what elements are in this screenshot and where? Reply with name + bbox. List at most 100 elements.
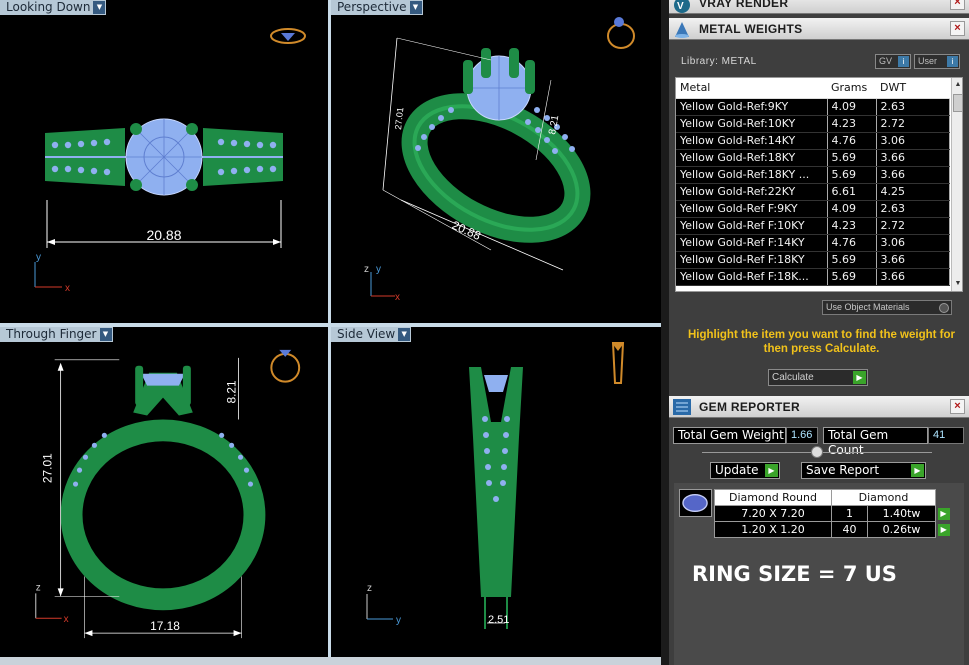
total-gem-weight-label: Total Gem Weight <box>673 427 786 444</box>
scroll-thumb[interactable] <box>953 94 962 112</box>
calculate-hint: Highlight the item you want to find the … <box>687 329 956 355</box>
perspective-canvas[interactable]: 20.88 27.01 8.21 z yx <box>331 0 661 323</box>
viewport-perspective[interactable]: 20.88 27.01 8.21 zyx Perspective ▼ <box>331 0 661 323</box>
svg-text:x: x <box>64 614 69 625</box>
metal-weights-title: METAL WEIGHTS <box>699 22 803 36</box>
gem-header-shape: Diamond Round <box>714 489 832 506</box>
table-row[interactable]: Yellow Gold-Ref F:18KY 5.69 3.66 <box>676 251 950 269</box>
table-row[interactable]: Yellow Gold-Ref F:10KY 4.23 2.72 <box>676 217 950 235</box>
update-button[interactable]: Update ▶ <box>710 462 780 479</box>
front-dim-top: 8.21 <box>225 380 239 404</box>
table-row[interactable]: 7.20 X 7.20 1 1.40tw ▶ <box>714 505 952 522</box>
metal-name-cell: Yellow Gold-Ref:18KY <box>676 149 828 167</box>
close-icon[interactable]: × <box>950 21 965 36</box>
column-header-dwt[interactable]: DWT <box>876 78 949 99</box>
close-icon[interactable]: × <box>950 0 965 10</box>
viewport-looking-down[interactable]: 20.88 y x Looking Down ▼ <box>0 0 328 323</box>
metal-weights-table[interactable]: Metal Grams DWT Yellow Gold-Ref:9KY 4.09 2… <box>675 77 963 292</box>
viewport-label[interactable]: Side View ▼ <box>331 327 412 342</box>
grams-cell: 5.69 <box>827 149 877 167</box>
table-scrollbar[interactable]: ▲ ▼ <box>951 78 962 291</box>
viewport-menu-dropdown[interactable]: ▼ <box>99 328 112 341</box>
vray-render-title: VRAY RENDER <box>699 0 789 10</box>
metal-name-cell: Yellow Gold-Ref F:9KY <box>676 200 828 218</box>
dwt-cell: 3.06 <box>876 132 950 150</box>
scroll-down-icon[interactable]: ▼ <box>952 277 962 291</box>
grams-cell: 4.23 <box>827 217 877 235</box>
save-report-button[interactable]: Save Report ▶ <box>801 462 926 479</box>
svg-text:y: y <box>376 264 381 275</box>
metal-name-cell: Yellow Gold-Ref:18KY ... <box>676 166 828 184</box>
table-row[interactable]: Yellow Gold-Ref F:14KY 4.76 3.06 <box>676 234 950 252</box>
table-row[interactable]: 1.20 X 1.20 40 0.26tw ▶ <box>714 521 952 538</box>
viewport-splitter-vertical[interactable] <box>328 0 331 657</box>
viewport-label[interactable]: Looking Down ▼ <box>0 0 107 15</box>
gem-weight: 1.40tw <box>867 505 936 522</box>
svg-text:x: x <box>65 283 70 294</box>
viewport-label[interactable]: Through Finger ▼ <box>0 327 113 342</box>
calculate-button[interactable]: Calculate ▶ <box>768 369 868 386</box>
gem-count: 1 <box>831 505 868 522</box>
dwt-cell: 2.72 <box>876 217 950 235</box>
right-tool-panel: V VRAY RENDER × METAL WEIGHTS × Library:… <box>669 0 969 665</box>
table-row[interactable]: Yellow Gold-Ref F:18K... 5.69 3.66 <box>676 268 950 286</box>
dwt-cell: 3.66 <box>876 149 950 167</box>
viewport-splitter-horizontal[interactable] <box>0 323 661 327</box>
gem-report-table[interactable]: Diamond Round Diamond 7.20 X 7.20 1 1.40… <box>714 489 952 538</box>
front-dim-height: 27.01 <box>41 453 55 483</box>
viewport-label[interactable]: Perspective ▼ <box>331 0 423 15</box>
total-gem-count-label: Total Gem Count <box>823 427 928 457</box>
table-row[interactable]: Yellow Gold-Ref:22KY 6.61 4.25 <box>676 183 950 201</box>
gem-reporter-header[interactable]: GEM REPORTER × <box>669 396 969 418</box>
radio-icon <box>939 303 949 313</box>
close-icon[interactable]: × <box>950 399 965 414</box>
table-row[interactable]: Yellow Gold-Ref:10KY 4.23 2.72 <box>676 115 950 133</box>
dwt-cell: 3.66 <box>876 251 950 269</box>
grams-cell: 4.09 <box>827 98 877 116</box>
vray-render-header[interactable]: V VRAY RENDER × <box>669 0 969 14</box>
play-icon: ▶ <box>765 464 778 477</box>
gem-slider-handle[interactable] <box>811 446 823 458</box>
panel-gap <box>661 0 669 665</box>
viewport-menu-dropdown[interactable]: ▼ <box>398 328 411 341</box>
use-object-materials-label: Use Object Materials <box>826 302 910 312</box>
table-row[interactable]: Yellow Gold-Ref F:9KY 4.09 2.63 <box>676 200 950 218</box>
side-view-canvas[interactable]: 2.51 z y <box>331 327 661 657</box>
front-view-canvas[interactable]: 27.01 8.21 17.18 z x <box>0 327 328 657</box>
round-diamond-icon <box>682 493 708 513</box>
use-object-materials-toggle[interactable]: Use Object Materials <box>822 300 952 315</box>
orientation-icon <box>607 23 635 49</box>
table-row[interactable]: Yellow Gold-Ref:18KY ... 5.69 3.66 <box>676 166 950 184</box>
user-button[interactable]: User i <box>914 54 960 69</box>
gem-report-area: Diamond Round Diamond 7.20 X 7.20 1 1.40… <box>674 483 964 665</box>
grams-cell: 4.09 <box>827 200 877 218</box>
column-header-grams[interactable]: Grams <box>827 78 876 99</box>
metal-weights-header[interactable]: METAL WEIGHTS × <box>669 18 969 40</box>
gem-header-row: Diamond Round Diamond <box>714 489 952 506</box>
viewport-title: Looking Down <box>6 0 91 14</box>
grams-cell: 5.69 <box>827 268 877 286</box>
play-icon[interactable]: ▶ <box>937 524 950 536</box>
grams-cell: 5.69 <box>827 166 877 184</box>
table-header-row: Metal Grams DWT <box>676 78 949 99</box>
info-icon: i <box>947 56 958 67</box>
play-icon: ▶ <box>911 464 924 477</box>
table-row[interactable]: Yellow Gold-Ref:9KY 4.09 2.63 <box>676 98 950 116</box>
viewport-through-finger[interactable]: 27.01 8.21 17.18 z x Through Finger ▼ <box>0 327 328 657</box>
gv-button[interactable]: GV i <box>875 54 911 69</box>
table-row[interactable]: Yellow Gold-Ref:14KY 4.76 3.06 <box>676 132 950 150</box>
column-header-metal[interactable]: Metal <box>676 78 827 99</box>
orientation-icon <box>270 352 301 383</box>
viewport-menu-dropdown[interactable]: ▼ <box>93 1 106 14</box>
scroll-up-icon[interactable]: ▲ <box>952 78 962 92</box>
play-icon[interactable]: ▶ <box>937 508 950 520</box>
viewport-side-view[interactable]: 2.51 z y Side View ▼ <box>331 327 661 657</box>
gem-weight: 0.26tw <box>867 521 936 538</box>
viewport-menu-dropdown[interactable]: ▼ <box>409 1 422 14</box>
gem-size: 1.20 X 1.20 <box>714 521 832 538</box>
gv-label: GV <box>879 56 893 66</box>
metal-name-cell: Yellow Gold-Ref:10KY <box>676 115 828 133</box>
gem-thumbnail[interactable] <box>679 489 712 517</box>
top-view-canvas[interactable]: 20.88 y x <box>0 0 328 323</box>
table-row[interactable]: Yellow Gold-Ref:18KY 5.69 3.66 <box>676 149 950 167</box>
